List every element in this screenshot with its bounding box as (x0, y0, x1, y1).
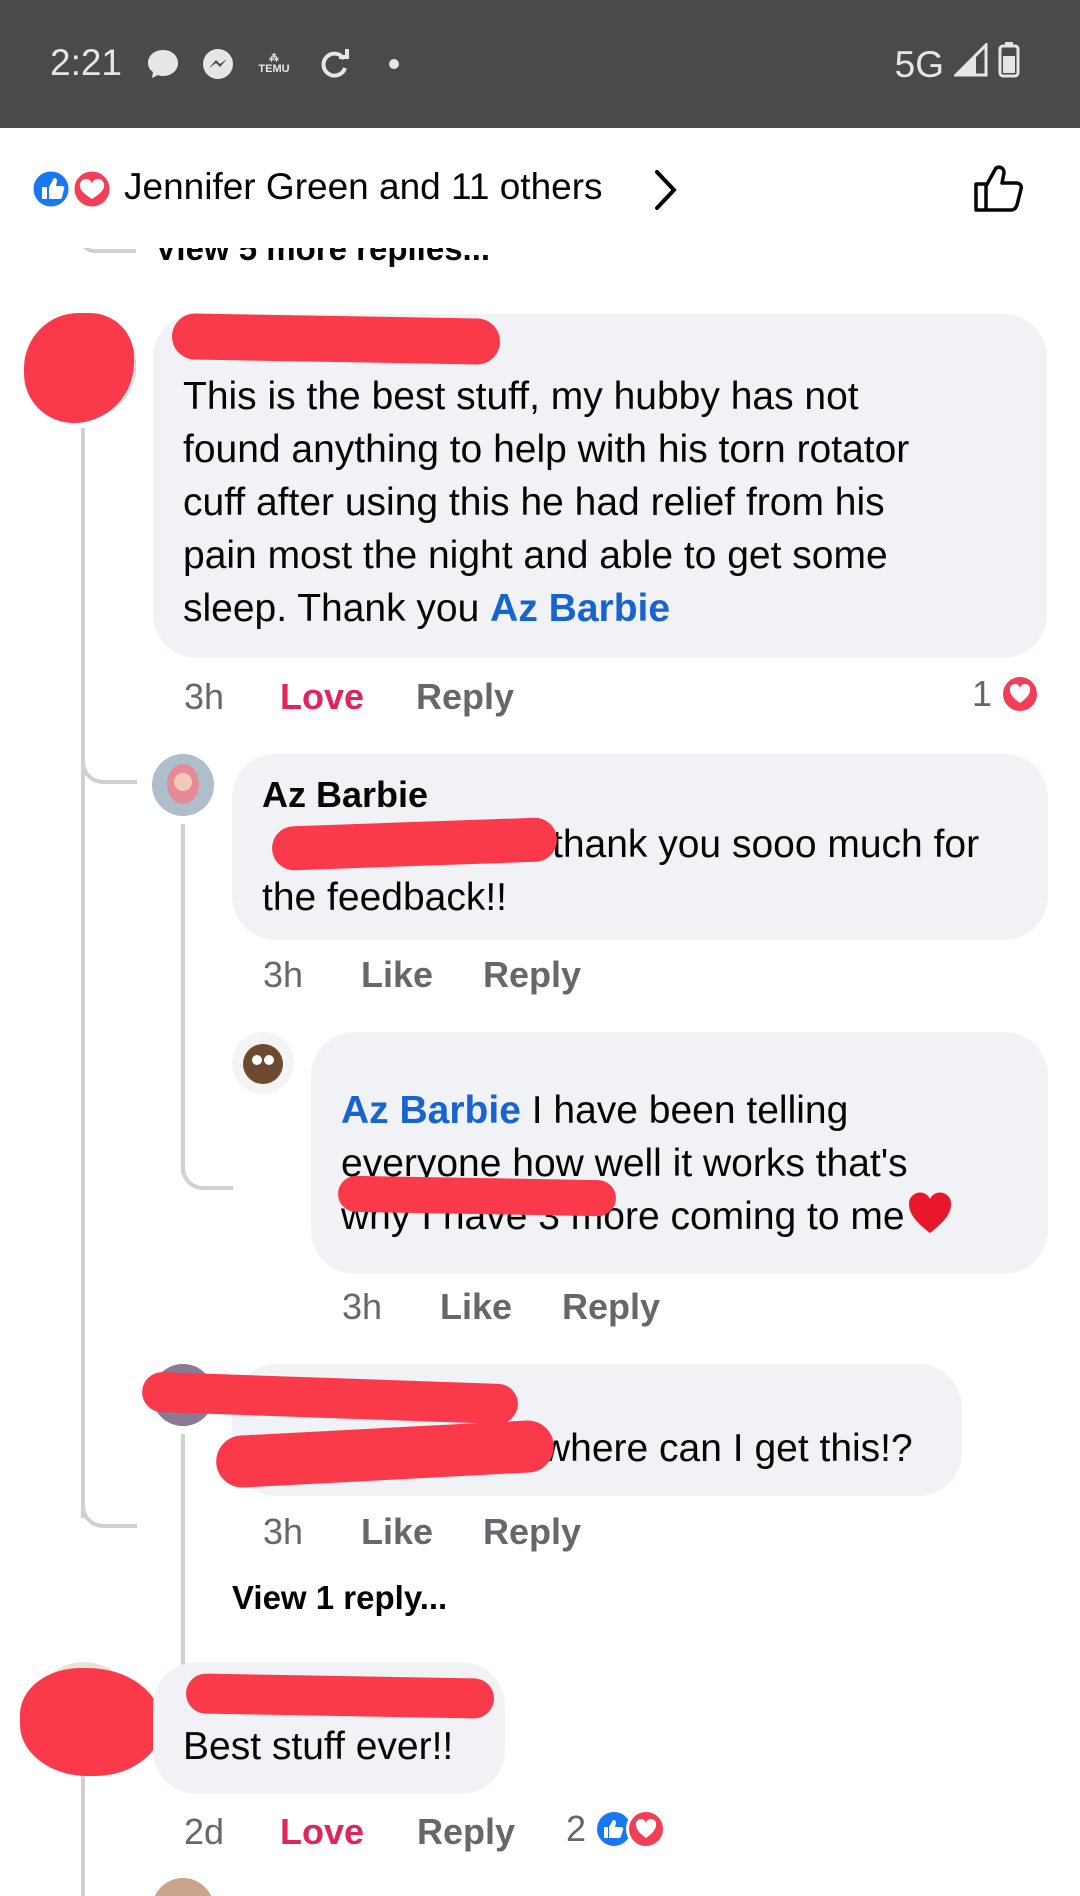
thread-line (81, 1768, 85, 1896)
like-button[interactable]: Like (361, 954, 433, 996)
red-heart-icon (907, 1191, 953, 1249)
comment-bubble[interactable]: Az Barbie I have been telling everyone h… (311, 1032, 1048, 1274)
comment-bubble[interactable]: This is the best stuff, my hubby has not… (153, 314, 1047, 658)
mention-link[interactable]: Az Barbie (341, 1089, 521, 1132)
reaction-icons (594, 1809, 667, 1849)
comment-time: 3h (263, 1511, 304, 1552)
reaction-count[interactable]: 2 (566, 1808, 667, 1850)
comment-text: Best stuff ever!! (183, 1725, 454, 1768)
reply-button[interactable]: Reply (416, 676, 514, 718)
messenger-icon (200, 46, 236, 82)
comment-actions: 3h Like Reply (342, 1286, 1042, 1336)
redaction-mark (337, 1175, 617, 1217)
thread-connector (81, 1428, 137, 1528)
temu-icon: ⁂ TEMU (258, 53, 290, 75)
chat-bubble-icon (145, 46, 181, 82)
status-bar: 2:21 ⁂ TEMU 5G (0, 0, 1080, 128)
reaction-count[interactable]: 1 (972, 673, 1041, 715)
redaction-mark (20, 1668, 162, 1776)
view-replies-link[interactable]: View 1 reply... (232, 1579, 447, 1617)
comment-actions: 3h Love Reply (184, 676, 1064, 726)
avatar[interactable] (152, 1878, 214, 1896)
sync-icon (316, 46, 352, 82)
reply-button[interactable]: Reply (483, 1511, 581, 1553)
redaction-mark (171, 313, 501, 365)
like-button[interactable]: Like (361, 1511, 433, 1553)
love-action[interactable]: Love (280, 1811, 364, 1853)
thread-connector (81, 728, 137, 784)
comment-text: This is the best stuff, my hubby has not… (183, 375, 910, 630)
mention-link[interactable]: Az Barbie (490, 587, 670, 630)
comments-sheet: Jennifer Green and 11 others View 5 more… (0, 128, 1080, 1896)
like-icon[interactable] (972, 162, 1026, 219)
love-reaction-icon (626, 1809, 667, 1849)
like-reaction-icon (30, 168, 72, 210)
reaction-icons (30, 168, 113, 210)
like-button[interactable]: Like (440, 1286, 512, 1328)
love-reaction-icon (71, 168, 113, 210)
thread-line (81, 428, 85, 1518)
comment-actions: 3h Like Reply (263, 1511, 963, 1561)
comment-time: 2d (184, 1811, 225, 1852)
status-time: 2:21 (50, 42, 123, 83)
redaction-mark (185, 1673, 495, 1719)
comment-text: where can I get this!? (542, 1427, 913, 1470)
thread-line (181, 824, 185, 1174)
reply-button[interactable]: Reply (417, 1811, 515, 1853)
reply-button[interactable]: Reply (562, 1286, 660, 1328)
chevron-right-icon[interactable] (652, 168, 680, 217)
avatar[interactable] (232, 1032, 294, 1094)
thread-connector (181, 1138, 233, 1190)
comment-time: 3h (342, 1286, 383, 1327)
comment-author[interactable]: Az Barbie (262, 774, 428, 816)
network-label: 5G (894, 43, 944, 85)
comment-actions: 3h Like Reply (263, 954, 963, 1004)
reactors-text[interactable]: Jennifer Green and 11 others (124, 166, 603, 208)
reactions-header[interactable]: Jennifer Green and 11 others (0, 128, 1080, 248)
love-action[interactable]: Love (280, 676, 364, 718)
redaction-mark (24, 313, 134, 423)
comment-time: 3h (263, 954, 304, 995)
reply-button[interactable]: Reply (483, 954, 581, 996)
love-reaction-icon (1000, 674, 1041, 714)
avatar[interactable] (152, 754, 214, 816)
signal-icon (952, 41, 988, 86)
dot-icon (376, 46, 412, 82)
comment-time: 3h (184, 676, 225, 717)
comment-text: Az Barbie I have been telling everyone h… (341, 1084, 1041, 1249)
battery-icon (998, 42, 1020, 87)
